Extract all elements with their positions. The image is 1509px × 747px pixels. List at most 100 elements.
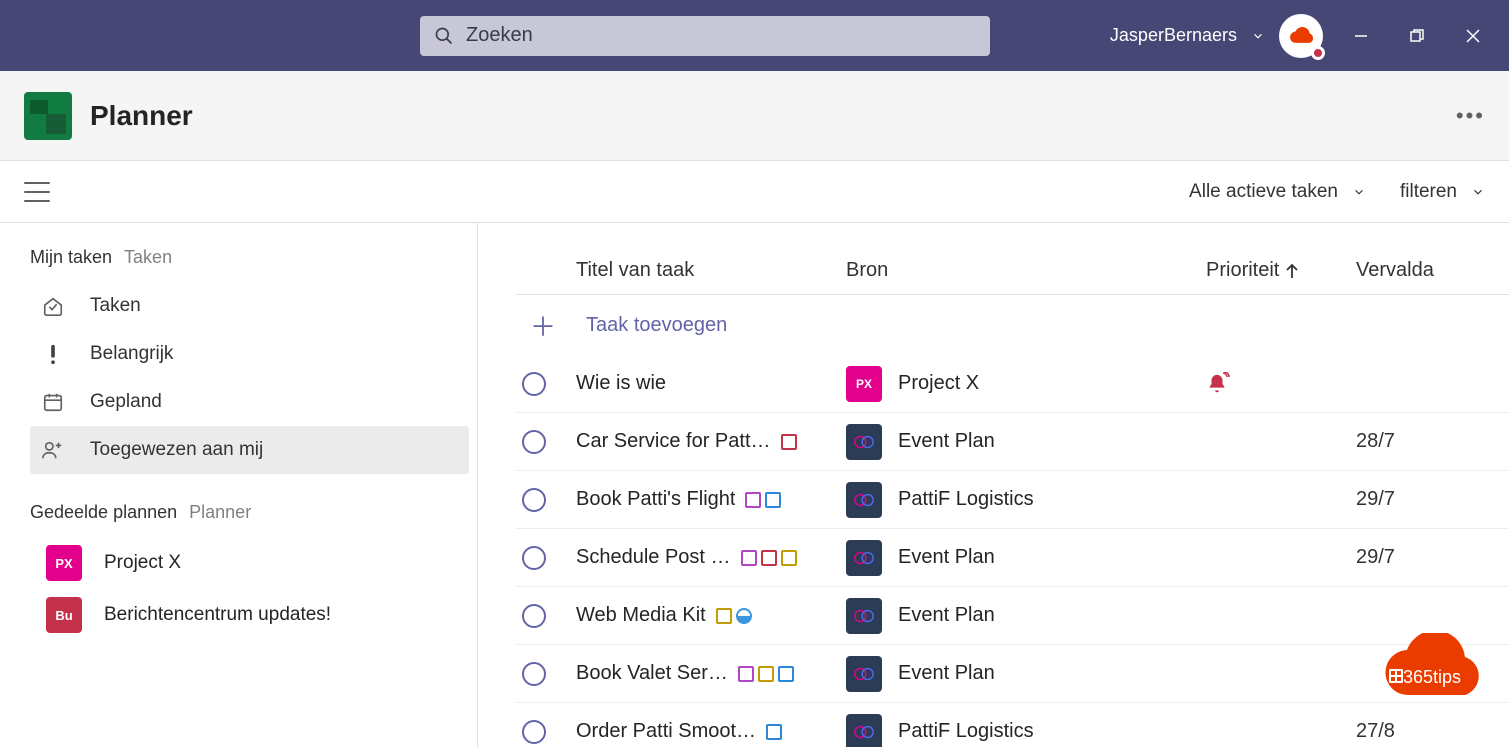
add-task-label: Taak toevoegen	[586, 314, 727, 337]
category-tag	[781, 550, 797, 566]
task-row[interactable]: Order Patti Smoot… PattiF Logistics 27/8	[516, 703, 1509, 747]
source-label: Event Plan	[898, 430, 995, 453]
search-placeholder: Zoeken	[466, 24, 533, 47]
title-bar: Zoeken JasperBernaers	[0, 0, 1509, 71]
source-label: PattiF Logistics	[898, 488, 1034, 511]
sidebar-item-assigned[interactable]: Toegewezen aan mij	[30, 426, 469, 474]
chevron-down-icon	[1352, 185, 1366, 199]
category-tag	[741, 550, 757, 566]
shared-plans-label: Gedeelde plannen	[30, 502, 177, 523]
category-tag	[716, 608, 732, 624]
category-tag	[738, 666, 754, 682]
task-title: Book Valet Ser…	[576, 662, 728, 685]
sidebar: Mijn taken Taken Taken Belangrijk Geplan…	[0, 223, 478, 747]
view-filter-dropdown[interactable]: Alle actieve taken	[1189, 181, 1366, 203]
sidebar-item-label: Belangrijk	[90, 343, 173, 365]
chevron-down-icon	[1471, 185, 1485, 199]
category-tag	[765, 492, 781, 508]
task-complete-radio[interactable]	[522, 430, 546, 454]
plan-label: Project X	[104, 552, 181, 574]
category-tag	[766, 724, 782, 740]
source-label: Event Plan	[898, 662, 995, 685]
task-complete-radio[interactable]	[522, 604, 546, 628]
presence-badge	[1311, 46, 1325, 60]
source-badge	[846, 482, 882, 518]
home-icon	[40, 295, 66, 317]
sidebar-item-tasks[interactable]: Taken	[30, 282, 469, 330]
view-filter-label: Alle actieve taken	[1189, 181, 1338, 203]
sidebar-item-planned[interactable]: Gepland	[30, 378, 469, 426]
toolbar: Alle actieve taken filteren	[0, 161, 1509, 223]
maximize-button[interactable]	[1399, 18, 1435, 54]
source-badge	[846, 656, 882, 692]
task-list: Titel van taak Bron Prioriteit Vervalda …	[478, 223, 1509, 747]
progress-icon	[736, 608, 752, 624]
column-due[interactable]: Vervalda	[1356, 259, 1509, 282]
task-source: PX Project X	[846, 366, 1206, 402]
filter-dropdown[interactable]: filteren	[1400, 181, 1485, 203]
task-complete-radio[interactable]	[522, 720, 546, 744]
source-badge: PX	[846, 366, 882, 402]
task-title: Web Media Kit	[576, 604, 706, 627]
plan-item[interactable]: PX Project X	[30, 537, 469, 589]
category-tag	[745, 492, 761, 508]
task-row[interactable]: Car Service for Patt… Event Plan 28/7	[516, 413, 1509, 471]
cloud-icon	[1286, 25, 1316, 47]
column-priority[interactable]: Prioriteit	[1206, 259, 1356, 282]
task-title: Order Patti Smoot…	[576, 720, 756, 743]
my-tasks-header: Mijn taken Taken	[30, 247, 469, 268]
task-complete-radio[interactable]	[522, 546, 546, 570]
source-label: Project X	[898, 372, 979, 395]
avatar[interactable]	[1279, 14, 1323, 58]
task-row[interactable]: Book Valet Ser… Event Plan	[516, 645, 1509, 703]
chevron-down-icon	[1251, 29, 1265, 43]
column-source[interactable]: Bron	[846, 259, 1206, 282]
user-menu[interactable]: JasperBernaers	[1110, 14, 1323, 58]
task-title: Book Patti's Flight	[576, 488, 735, 511]
task-complete-radio[interactable]	[522, 662, 546, 686]
source-badge	[846, 424, 882, 460]
task-row[interactable]: Wie is wie PX Project X	[516, 355, 1509, 413]
category-tag	[778, 666, 794, 682]
task-complete-radio[interactable]	[522, 372, 546, 396]
user-name: JasperBernaers	[1110, 25, 1237, 46]
task-title: Car Service for Patt…	[576, 430, 771, 453]
plus-icon: ＋	[530, 307, 556, 344]
task-complete-radio[interactable]	[522, 488, 546, 512]
sidebar-item-label: Taken	[90, 295, 141, 317]
search-icon	[434, 26, 454, 46]
source-label: Event Plan	[898, 604, 995, 627]
task-source: PattiF Logistics	[846, 714, 1206, 747]
task-row[interactable]: Schedule Post … Event Plan 29/7	[516, 529, 1509, 587]
task-row[interactable]: Web Media Kit Event Plan	[516, 587, 1509, 645]
plan-item[interactable]: Bu Berichtencentrum updates!	[30, 589, 469, 641]
task-title: Wie is wie	[576, 372, 666, 395]
sort-ascending-icon	[1285, 263, 1299, 279]
filter-label: filteren	[1400, 181, 1457, 203]
task-due: 29/7	[1356, 546, 1509, 569]
task-row[interactable]: Book Patti's Flight PattiF Logistics 29/…	[516, 471, 1509, 529]
task-source: Event Plan	[846, 424, 1206, 460]
my-tasks-sublabel: Taken	[124, 247, 172, 268]
plan-badge: Bu	[46, 597, 82, 633]
app-header: Planner •••	[0, 71, 1509, 161]
sidebar-item-important[interactable]: Belangrijk	[30, 330, 469, 378]
column-title[interactable]: Titel van taak	[576, 259, 846, 282]
calendar-icon	[40, 391, 66, 413]
task-due: 27/8	[1356, 720, 1509, 743]
task-due: 28/7	[1356, 430, 1509, 453]
column-headers: Titel van taak Bron Prioriteit Vervalda	[516, 223, 1509, 295]
category-tag	[758, 666, 774, 682]
minimize-button[interactable]	[1343, 18, 1379, 54]
task-source: Event Plan	[846, 656, 1206, 692]
search-box[interactable]: Zoeken	[420, 16, 990, 56]
more-options-button[interactable]: •••	[1456, 103, 1485, 129]
important-icon	[40, 343, 66, 365]
source-badge	[846, 714, 882, 747]
hamburger-menu-button[interactable]	[24, 182, 50, 202]
source-label: Event Plan	[898, 546, 995, 569]
add-task-button[interactable]: ＋ Taak toevoegen	[516, 295, 1509, 355]
close-button[interactable]	[1455, 18, 1491, 54]
planner-app-icon	[24, 92, 72, 140]
task-source: Event Plan	[846, 540, 1206, 576]
